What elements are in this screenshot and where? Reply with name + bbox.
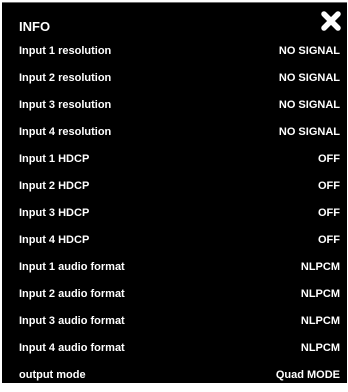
row-label: Input 4 audio format [19,342,125,354]
row-label: Input 1 audio format [19,261,125,273]
row-value: OFF [318,207,340,219]
info-row-input4-resolution: Input 4 resolution NO SIGNAL [2,122,347,149]
row-value: NO SIGNAL [278,99,340,111]
row-label: Input 2 HDCP [19,180,90,192]
close-x-icon [321,11,341,31]
info-row-input4-hdcp: Input 4 HDCP OFF [2,230,347,257]
info-row-input3-audio-format: Input 3 audio format NLPCM [2,311,347,338]
info-row-input1-hdcp: Input 1 HDCP OFF [2,149,347,176]
info-header: INFO [2,3,347,39]
row-label: Input 2 audio format [19,288,125,300]
row-label: Input 3 resolution [19,99,112,111]
info-row-input1-audio-format: Input 1 audio format NLPCM [2,257,347,284]
row-label: Input 2 resolution [19,72,112,84]
row-label: Input 3 HDCP [19,207,90,219]
row-value: OFF [318,234,340,246]
row-value: NO SIGNAL [278,126,340,138]
row-value: Quad MODE [275,369,340,381]
info-row-input4-audio-format: Input 4 audio format NLPCM [2,338,347,365]
row-value: NO SIGNAL [278,72,340,84]
row-label: output mode [19,369,86,381]
row-value: OFF [318,153,340,165]
info-row-input3-hdcp: Input 3 HDCP OFF [2,203,347,230]
info-row-input1-resolution: Input 1 resolution NO SIGNAL [2,41,347,68]
row-label: Input 4 HDCP [19,234,90,246]
row-value: NLPCM [300,315,340,327]
row-label: Input 4 resolution [19,126,112,138]
info-row-input2-resolution: Input 2 resolution NO SIGNAL [2,68,347,95]
row-value: OFF [318,180,340,192]
row-label: Input 1 resolution [19,45,112,57]
info-row-output-mode: output mode Quad MODE [2,365,347,392]
row-value: NLPCM [300,261,340,273]
info-title: INFO [19,19,51,34]
info-row-input2-hdcp: Input 2 HDCP OFF [2,176,347,203]
info-panel: INFO Input 1 resolution NO SIGNAL Input … [2,2,347,383]
info-row-input3-resolution: Input 3 resolution NO SIGNAL [2,95,347,122]
row-value: NO SIGNAL [278,45,340,57]
row-value: NLPCM [300,288,340,300]
row-value: NLPCM [300,342,340,354]
close-button[interactable] [319,9,343,33]
row-label: Input 1 HDCP [19,153,90,165]
row-label: Input 3 audio format [19,315,125,327]
info-row-input2-audio-format: Input 2 audio format NLPCM [2,284,347,311]
info-list: Input 1 resolution NO SIGNAL Input 2 res… [2,41,347,392]
